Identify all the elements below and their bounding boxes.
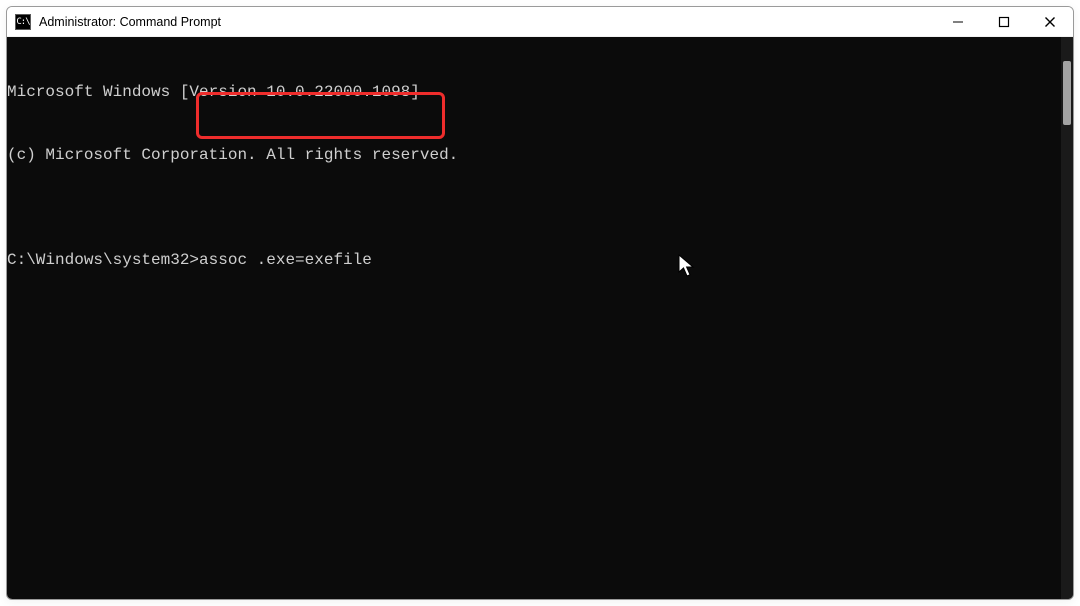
scrollbar-thumb[interactable] — [1063, 61, 1071, 125]
console-command[interactable]: assoc .exe=exefile — [199, 250, 372, 271]
close-button[interactable] — [1027, 7, 1073, 37]
vertical-scrollbar[interactable] — [1061, 37, 1073, 599]
console-line-copyright: (c) Microsoft Corporation. All rights re… — [7, 145, 1061, 166]
maximize-icon — [998, 16, 1010, 28]
console-prompt: C:\Windows\system32> — [7, 250, 199, 271]
close-icon — [1044, 16, 1056, 28]
window-titlebar[interactable]: C:\ Administrator: Command Prompt — [7, 7, 1073, 37]
minimize-button[interactable] — [935, 7, 981, 37]
window-title: Administrator: Command Prompt — [39, 15, 221, 29]
console-prompt-line: C:\Windows\system32>assoc .exe=exefile — [7, 250, 1061, 271]
minimize-icon — [952, 16, 964, 28]
command-prompt-window: C:\ Administrator: Command Prompt Micros… — [6, 6, 1074, 600]
maximize-button[interactable] — [981, 7, 1027, 37]
console-line-version: Microsoft Windows [Version 10.0.22000.10… — [7, 82, 1061, 103]
console-text: Microsoft Windows [Version 10.0.22000.10… — [7, 37, 1061, 599]
console-area[interactable]: Microsoft Windows [Version 10.0.22000.10… — [7, 37, 1073, 599]
cmd-app-icon: C:\ — [15, 14, 31, 30]
